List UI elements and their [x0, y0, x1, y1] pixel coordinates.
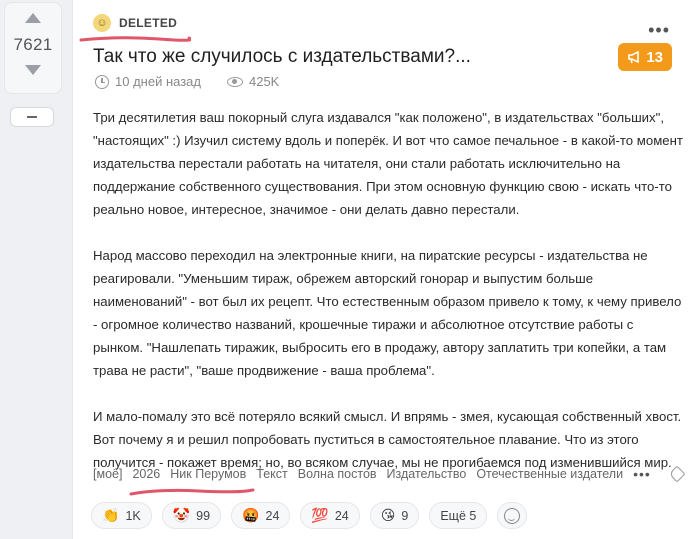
minus-icon [27, 116, 37, 118]
hundred-icon: 💯 [311, 507, 329, 523]
eye-icon [226, 76, 243, 87]
clap-icon: 👏 [102, 507, 120, 523]
avatar: ☺ [93, 14, 111, 32]
tag-item[interactable]: 2026 [132, 467, 160, 481]
badge-count: 13 [646, 48, 663, 66]
upvote-icon[interactable] [25, 13, 41, 23]
reactions-bar: 👏 1K 🤡 99 🤬 24 💯 24 😘 9 Ещё 5 [91, 502, 528, 529]
post-author[interactable]: ☺ DELETED [93, 14, 177, 32]
tags-highlight-mark [129, 488, 255, 496]
more-options-icon[interactable]: ••• [648, 20, 670, 41]
kiss-face-icon: 😘 [380, 507, 396, 523]
reaction-count: 9 [401, 508, 409, 523]
more-tags-icon[interactable]: ••• [633, 466, 651, 482]
paragraph: Три десятилетия ваш покорный слуга издав… [93, 110, 683, 217]
smile-plus-icon [504, 507, 521, 524]
paragraph: Народ массово переходил на электронные к… [93, 248, 682, 378]
tag-list: [моё] 2026 Ник Перумов Текст Волна посто… [93, 465, 686, 483]
reaction-kiss[interactable]: 😘 9 [369, 502, 420, 529]
reaction-count: 24 [334, 508, 349, 523]
clown-icon: 🤡 [172, 507, 191, 523]
tag-item[interactable]: Волна постов [298, 467, 377, 481]
post-meta: 10 дней назад 425K [95, 74, 279, 89]
comments-badge[interactable]: 13 [618, 43, 672, 71]
more-reactions-button[interactable]: Ещё 5 [429, 502, 488, 529]
reaction-count: 99 [196, 508, 211, 523]
vote-count: 7621 [13, 35, 53, 54]
vote-panel: 7621 [4, 2, 62, 94]
reaction-hundred[interactable]: 💯 24 [300, 502, 360, 529]
reaction-count: 24 [265, 508, 280, 523]
reaction-clown[interactable]: 🤡 99 [161, 502, 222, 529]
add-reaction-button[interactable] [497, 502, 528, 529]
post-time: 10 дней назад [115, 74, 201, 89]
angry-face-icon: 🤬 [242, 507, 260, 523]
megaphone-icon [628, 50, 640, 64]
paragraph: И мало-помалу это всё потеряло всякий см… [93, 409, 682, 470]
tag-item[interactable]: Текст [256, 467, 287, 481]
post-card: ☺ DELETED ••• Так что же случилось с изд… [72, 0, 700, 539]
minus-button[interactable] [10, 107, 54, 127]
reaction-angry[interactable]: 🤬 24 [231, 502, 291, 529]
downvote-icon[interactable] [25, 65, 41, 75]
post-body: Три десятилетия ваш покорный слуга издав… [93, 106, 683, 497]
author-name[interactable]: DELETED [119, 16, 177, 30]
tag-item[interactable]: Отечественные издатели [476, 467, 623, 481]
clock-icon [95, 74, 109, 89]
reaction-count: 1K [125, 508, 141, 523]
tag-item[interactable]: [моё] [93, 467, 122, 481]
post-views: 425K [248, 74, 280, 89]
tag-icon[interactable] [668, 465, 686, 483]
tag-item[interactable]: Ник Перумов [170, 467, 246, 481]
tag-item[interactable]: Издательство [387, 467, 467, 481]
reaction-clap[interactable]: 👏 1K [91, 502, 152, 529]
post-title[interactable]: Так что же случилось с издательствами?..… [93, 46, 471, 68]
author-highlight-mark [79, 36, 191, 42]
